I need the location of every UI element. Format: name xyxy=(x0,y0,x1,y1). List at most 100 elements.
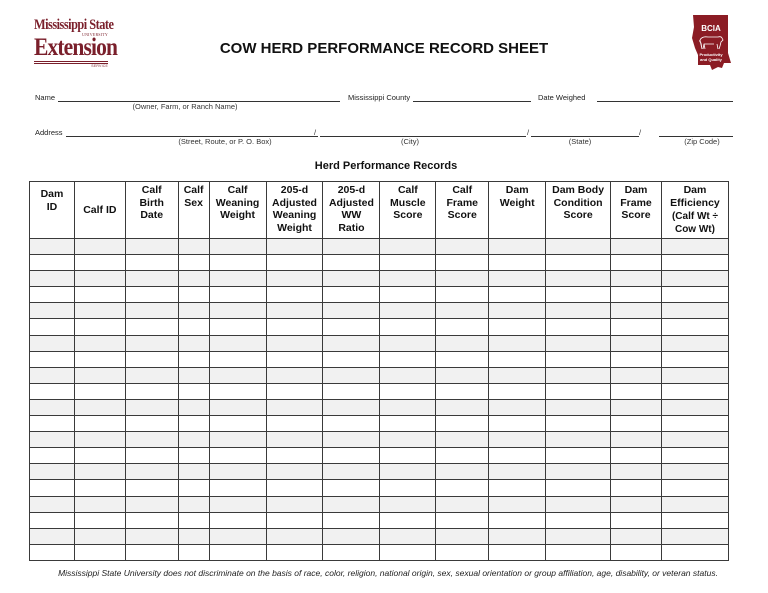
cell-calf-sex[interactable] xyxy=(177,479,210,497)
cell-dam-weight[interactable] xyxy=(488,431,547,449)
cell-calf-sex[interactable] xyxy=(177,511,210,529)
cell-dam-id[interactable] xyxy=(29,318,75,336)
cell-adjusted-ww-ratio[interactable] xyxy=(322,495,381,513)
cell-dam-efficiency[interactable] xyxy=(660,254,730,272)
cell-calf-frame-score[interactable] xyxy=(435,447,490,465)
cell-calf-birth-date[interactable] xyxy=(124,318,179,336)
cell-calf-muscle-score[interactable] xyxy=(379,286,437,304)
cell-dam-weight[interactable] xyxy=(488,237,547,256)
cell-calf-frame-score[interactable] xyxy=(435,350,490,368)
cell-calf-weaning-weight[interactable] xyxy=(208,479,267,497)
cell-dam-weight[interactable] xyxy=(488,286,547,304)
cell-adjusted-ww-ratio[interactable] xyxy=(322,415,381,433)
cell-calf-weaning-weight[interactable] xyxy=(208,511,267,529)
cell-calf-sex[interactable] xyxy=(177,237,210,256)
cell-calf-id[interactable] xyxy=(73,543,126,561)
cell-dam-efficiency[interactable] xyxy=(660,431,730,449)
cell-calf-id[interactable] xyxy=(73,447,126,465)
cell-dam-weight[interactable] xyxy=(488,495,547,513)
cell-dam-frame-score[interactable] xyxy=(610,511,662,529)
cell-calf-birth-date[interactable] xyxy=(124,366,179,384)
cell-dam-id[interactable] xyxy=(29,286,75,304)
cell-calf-birth-date[interactable] xyxy=(124,543,179,561)
cell-calf-sex[interactable] xyxy=(177,543,210,561)
cell-adjusted-weaning-weight[interactable] xyxy=(265,398,324,417)
cell-calf-weaning-weight[interactable] xyxy=(208,415,267,433)
cell-dam-weight[interactable] xyxy=(488,350,547,368)
cell-dam-weight[interactable] xyxy=(488,398,547,417)
cell-dam-efficiency[interactable] xyxy=(660,286,730,304)
cell-dam-frame-score[interactable] xyxy=(610,479,662,497)
cell-dam-id[interactable] xyxy=(29,350,75,368)
cell-adjusted-weaning-weight[interactable] xyxy=(265,350,324,368)
cell-adjusted-weaning-weight[interactable] xyxy=(265,366,324,384)
cell-adjusted-ww-ratio[interactable] xyxy=(322,286,381,304)
cell-dam-id[interactable] xyxy=(29,511,75,529)
cell-calf-frame-score[interactable] xyxy=(435,431,490,449)
cell-dam-efficiency[interactable] xyxy=(660,543,730,561)
cell-calf-id[interactable] xyxy=(73,398,126,417)
cell-dam-id[interactable] xyxy=(29,334,75,352)
cell-calf-birth-date[interactable] xyxy=(124,270,179,288)
cell-adjusted-ww-ratio[interactable] xyxy=(322,543,381,561)
cell-dam-body-condition-score[interactable] xyxy=(545,350,612,368)
cell-dam-weight[interactable] xyxy=(488,302,547,320)
cell-dam-efficiency[interactable] xyxy=(660,237,730,256)
cell-calf-sex[interactable] xyxy=(177,382,210,400)
cell-dam-id[interactable] xyxy=(29,415,75,433)
cell-dam-efficiency[interactable] xyxy=(660,495,730,513)
cell-dam-id[interactable] xyxy=(29,447,75,465)
cell-adjusted-ww-ratio[interactable] xyxy=(322,527,381,545)
cell-calf-sex[interactable] xyxy=(177,318,210,336)
cell-calf-muscle-score[interactable] xyxy=(379,431,437,449)
cell-calf-weaning-weight[interactable] xyxy=(208,302,267,320)
cell-calf-weaning-weight[interactable] xyxy=(208,286,267,304)
cell-calf-id[interactable] xyxy=(73,511,126,529)
cell-calf-weaning-weight[interactable] xyxy=(208,254,267,272)
cell-calf-weaning-weight[interactable] xyxy=(208,382,267,400)
cell-dam-frame-score[interactable] xyxy=(610,382,662,400)
cell-calf-id[interactable] xyxy=(73,527,126,545)
cell-calf-birth-date[interactable] xyxy=(124,447,179,465)
cell-dam-weight[interactable] xyxy=(488,447,547,465)
cell-calf-muscle-score[interactable] xyxy=(379,463,437,481)
cell-calf-weaning-weight[interactable] xyxy=(208,543,267,561)
cell-dam-frame-score[interactable] xyxy=(610,286,662,304)
cell-calf-birth-date[interactable] xyxy=(124,431,179,449)
cell-calf-frame-score[interactable] xyxy=(435,334,490,352)
cell-calf-birth-date[interactable] xyxy=(124,334,179,352)
cell-dam-id[interactable] xyxy=(29,463,75,481)
cell-adjusted-ww-ratio[interactable] xyxy=(322,318,381,336)
cell-adjusted-ww-ratio[interactable] xyxy=(322,366,381,384)
cell-dam-frame-score[interactable] xyxy=(610,254,662,272)
cell-calf-sex[interactable] xyxy=(177,398,210,417)
cell-dam-id[interactable] xyxy=(29,527,75,545)
cell-adjusted-ww-ratio[interactable] xyxy=(322,511,381,529)
cell-adjusted-ww-ratio[interactable] xyxy=(322,382,381,400)
cell-calf-weaning-weight[interactable] xyxy=(208,495,267,513)
cell-calf-id[interactable] xyxy=(73,302,126,320)
cell-calf-weaning-weight[interactable] xyxy=(208,350,267,368)
cell-calf-sex[interactable] xyxy=(177,431,210,449)
cell-adjusted-weaning-weight[interactable] xyxy=(265,527,324,545)
cell-calf-id[interactable] xyxy=(73,415,126,433)
cell-adjusted-ww-ratio[interactable] xyxy=(322,254,381,272)
cell-dam-body-condition-score[interactable] xyxy=(545,511,612,529)
cell-dam-id[interactable] xyxy=(29,237,75,256)
cell-calf-muscle-score[interactable] xyxy=(379,398,437,417)
cell-dam-id[interactable] xyxy=(29,495,75,513)
cell-dam-body-condition-score[interactable] xyxy=(545,447,612,465)
cell-calf-sex[interactable] xyxy=(177,302,210,320)
cell-dam-efficiency[interactable] xyxy=(660,318,730,336)
cell-dam-frame-score[interactable] xyxy=(610,447,662,465)
cell-dam-body-condition-score[interactable] xyxy=(545,254,612,272)
cell-adjusted-ww-ratio[interactable] xyxy=(322,237,381,256)
cell-calf-frame-score[interactable] xyxy=(435,254,490,272)
cell-calf-weaning-weight[interactable] xyxy=(208,463,267,481)
cell-dam-body-condition-score[interactable] xyxy=(545,237,612,256)
cell-calf-id[interactable] xyxy=(73,382,126,400)
cell-calf-id[interactable] xyxy=(73,270,126,288)
cell-dam-frame-score[interactable] xyxy=(610,318,662,336)
cell-adjusted-ww-ratio[interactable] xyxy=(322,398,381,417)
cell-dam-weight[interactable] xyxy=(488,270,547,288)
